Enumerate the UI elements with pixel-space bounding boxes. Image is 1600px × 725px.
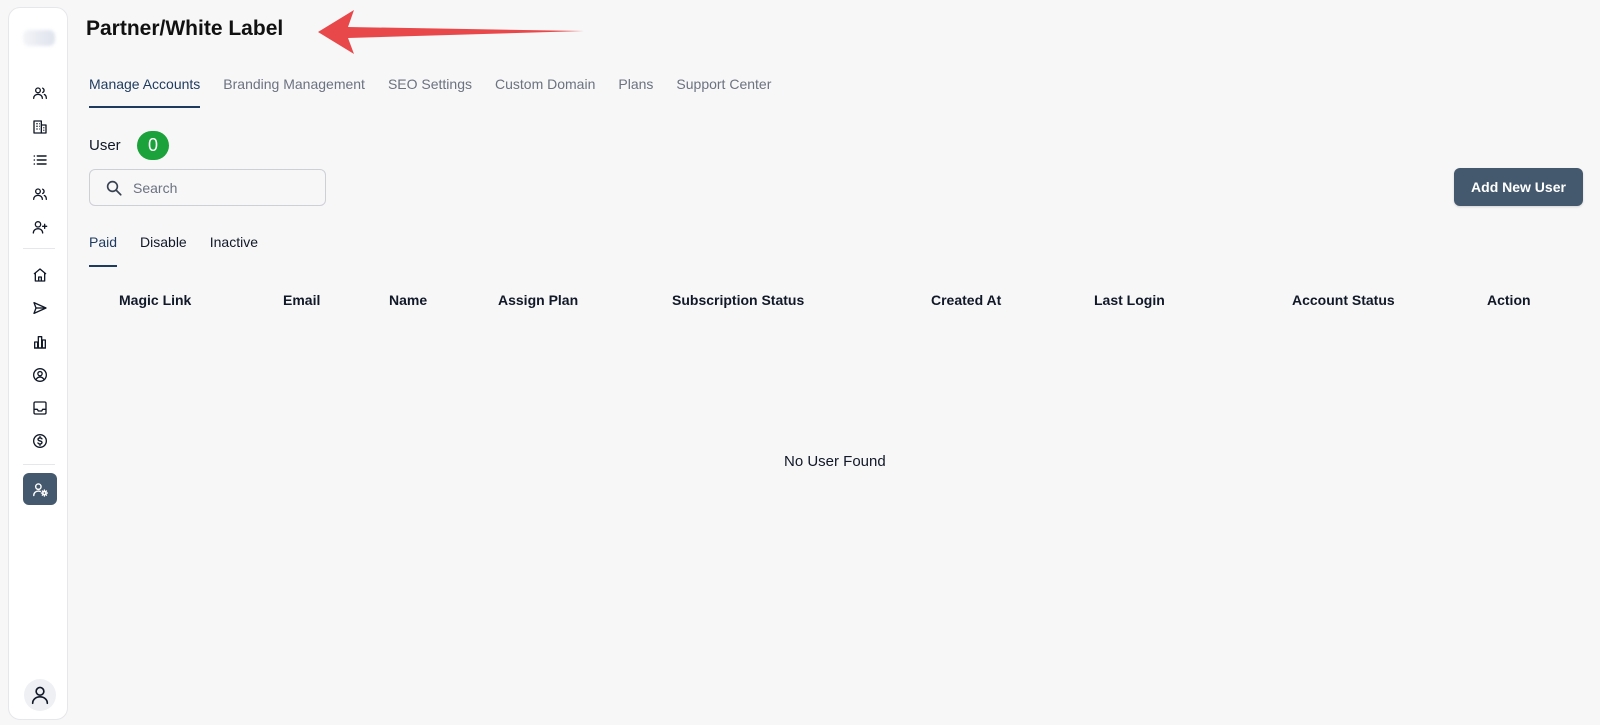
tab-plans[interactable]: Plans <box>618 76 653 108</box>
sidebar <box>8 7 68 720</box>
tab-support-center[interactable]: Support Center <box>676 76 771 108</box>
column-header-name[interactable]: Name <box>389 292 427 308</box>
column-header-email[interactable]: Email <box>283 292 320 308</box>
user-count-badge: 0 <box>137 131 169 160</box>
column-header-action[interactable]: Action <box>1487 292 1531 308</box>
app-logo[interactable] <box>23 30 55 46</box>
subtab-inactive[interactable]: Inactive <box>210 234 258 267</box>
bar-chart-icon[interactable] <box>30 332 50 352</box>
tab-branding-management[interactable]: Branding Management <box>223 76 365 108</box>
search-input[interactable] <box>133 179 313 196</box>
user-gear-icon[interactable] <box>23 473 57 505</box>
status-tab-bar: Paid Disable Inactive <box>89 234 281 267</box>
column-header-last-login[interactable]: Last Login <box>1094 292 1165 308</box>
tab-seo-settings[interactable]: SEO Settings <box>388 76 472 108</box>
subtab-paid[interactable]: Paid <box>89 234 118 267</box>
user-count-label: User <box>89 137 121 154</box>
list-icon[interactable] <box>30 150 50 170</box>
tab-custom-domain[interactable]: Custom Domain <box>495 76 595 108</box>
user-avatar[interactable] <box>24 679 56 711</box>
search-box <box>89 169 326 206</box>
dollar-circle-icon[interactable] <box>30 431 50 451</box>
column-header-created-at[interactable]: Created At <box>931 292 1001 308</box>
top-tab-bar: Manage Accounts Branding Management SEO … <box>89 76 794 108</box>
column-header-magic-link[interactable]: Magic Link <box>119 292 191 308</box>
column-header-account-status[interactable]: Account Status <box>1292 292 1395 308</box>
page-title: Partner/White Label <box>86 17 284 40</box>
column-header-assign-plan[interactable]: Assign Plan <box>498 292 578 308</box>
user-plus-icon[interactable] <box>30 217 50 237</box>
subtab-disable[interactable]: Disable <box>140 234 187 267</box>
send-icon[interactable] <box>30 298 50 318</box>
empty-state-message: No User Found <box>784 453 886 470</box>
user-icon <box>31 686 49 705</box>
inbox-icon[interactable] <box>30 398 50 418</box>
users-icon[interactable] <box>30 83 50 103</box>
building-icon[interactable] <box>30 117 50 137</box>
annotation-arrow-icon <box>318 10 584 54</box>
sidebar-divider <box>23 464 55 465</box>
add-new-user-button[interactable]: Add New User <box>1454 168 1583 206</box>
search-icon <box>106 180 122 196</box>
user-circle-icon[interactable] <box>30 365 50 385</box>
users-icon[interactable] <box>30 184 50 204</box>
column-header-subscription-status[interactable]: Subscription Status <box>672 292 804 308</box>
tab-manage-accounts[interactable]: Manage Accounts <box>89 76 201 108</box>
sidebar-divider <box>23 248 55 249</box>
home-icon[interactable] <box>30 265 50 285</box>
